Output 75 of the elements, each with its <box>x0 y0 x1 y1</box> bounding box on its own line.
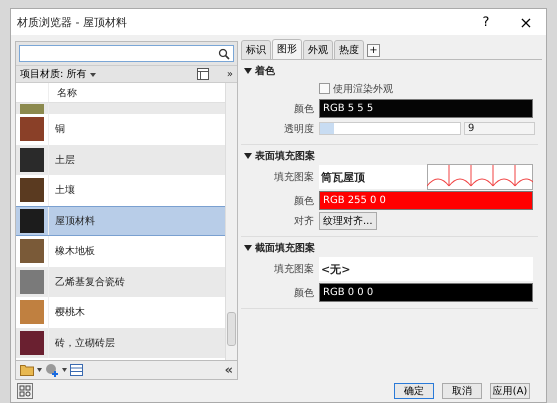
search-icon <box>218 48 230 60</box>
material-row[interactable]: 乙烯基复合瓷砖 <box>16 266 225 297</box>
color-field[interactable]: RGB 0 0 0 <box>319 283 533 302</box>
caret-icon <box>90 73 96 77</box>
color-value: RGB 5 5 5 <box>322 103 374 114</box>
search-field[interactable] <box>19 45 234 62</box>
field-label: 颜色 <box>293 194 315 208</box>
material-name: 土壤 <box>54 184 75 198</box>
collapse-arrow-icon[interactable] <box>244 244 252 252</box>
pattern-name: 筒瓦屋顶 <box>320 170 365 184</box>
tab[interactable]: 标识 <box>241 40 271 59</box>
material-swatch-icon <box>20 330 44 355</box>
texture-align-button[interactable]: 纹理对齐... <box>319 212 377 230</box>
section-title: 表面填充图案 <box>255 149 315 163</box>
dialog-button[interactable]: 应用(A) <box>490 383 530 399</box>
field-label: 填充图案 <box>273 262 315 276</box>
material-library-icon[interactable] <box>17 383 33 399</box>
material-row[interactable]: 土层 <box>16 144 225 175</box>
material-row[interactable] <box>16 103 225 114</box>
tab[interactable]: 外观 <box>303 40 333 59</box>
pattern-field[interactable]: 筒瓦屋顶 <box>319 165 533 189</box>
material-swatch-icon <box>20 270 44 294</box>
checkbox[interactable] <box>319 83 330 94</box>
scrollbar[interactable] <box>225 83 237 360</box>
material-swatch-icon <box>20 208 44 233</box>
material-name: 乙烯基复合瓷砖 <box>54 276 125 289</box>
material-name: 屋顶材料 <box>54 214 95 228</box>
material-swatch-icon <box>20 117 44 142</box>
color-field[interactable]: RGB 5 5 5 <box>319 99 533 118</box>
field-label: 颜色 <box>293 286 315 300</box>
add-material-icon[interactable] <box>45 363 59 377</box>
field-label: 对齐 <box>293 214 315 228</box>
material-name: 橡木地板 <box>54 244 95 258</box>
section-title: 截面填充图案 <box>255 241 315 255</box>
dialog-button[interactable]: 取消 <box>442 383 482 399</box>
column-header[interactable]: 名称 <box>49 86 77 100</box>
value-field[interactable]: 9 <box>464 122 535 135</box>
list-view-icon[interactable] <box>70 364 83 376</box>
material-swatch-icon <box>20 300 44 324</box>
material-swatch-icon <box>20 239 44 264</box>
filter-dropdown[interactable]: 项目材质: 所有 <box>20 67 197 81</box>
caret-icon[interactable] <box>62 368 67 372</box>
tab[interactable]: 热度 <box>334 40 364 59</box>
material-swatch-icon <box>20 148 44 172</box>
material-swatch-icon <box>20 178 44 202</box>
expand-button[interactable]: » <box>226 68 233 80</box>
color-value: RGB 255 0 0 <box>322 195 386 206</box>
close-button[interactable]: × <box>506 12 546 32</box>
field-label: 透明度 <box>283 122 315 136</box>
transparency-slider[interactable] <box>319 122 461 135</box>
pattern-name: <无> <box>320 262 350 276</box>
window-title: 材质浏览器 - 屋顶材料 <box>17 14 128 30</box>
add-tab-button[interactable]: + <box>367 44 380 57</box>
material-name: 樱桃木 <box>54 306 85 320</box>
field-label: 颜色 <box>293 102 315 116</box>
section-title: 着色 <box>255 64 275 78</box>
material-row[interactable]: 砖，立砌砖层 <box>16 328 225 358</box>
material-name: 铜 <box>54 123 65 136</box>
collapse-arrow-icon[interactable] <box>244 152 252 160</box>
collapse-arrow-icon[interactable] <box>244 67 252 75</box>
material-row[interactable]: 屋顶材料 <box>16 206 225 236</box>
pattern-field[interactable]: <无> <box>319 257 533 281</box>
field-label: 填充图案 <box>273 170 315 184</box>
color-field[interactable]: RGB 255 0 0 <box>319 191 533 210</box>
caret-icon[interactable] <box>37 368 42 372</box>
folder-icon[interactable] <box>20 364 34 376</box>
panel-layout-icon[interactable] <box>196 68 209 80</box>
checkbox-label: 使用渲染外观 <box>333 82 393 96</box>
material-name: 砖，立砌砖层 <box>54 336 115 350</box>
collapse-button[interactable]: « <box>224 362 233 378</box>
help-button[interactable]: ? <box>466 14 506 30</box>
material-name: 土层 <box>54 154 75 167</box>
dialog-button[interactable]: 确定 <box>394 383 434 399</box>
color-value: RGB 0 0 0 <box>322 287 374 298</box>
tab[interactable]: 图形 <box>272 39 302 59</box>
